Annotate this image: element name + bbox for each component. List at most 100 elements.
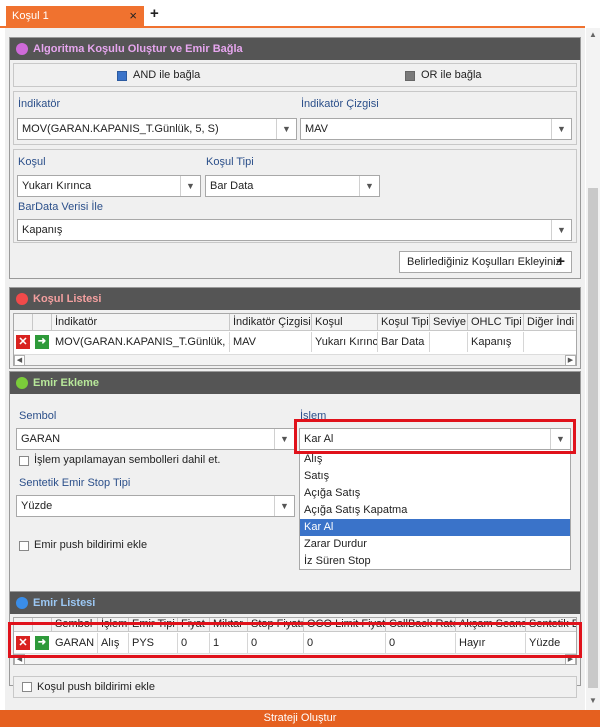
col-header[interactable]: Koşul [312,314,378,331]
tab-kosul-1[interactable]: Koşul 1 × [6,6,144,27]
condition-list-panel: Koşul Listesi İndikatör İndikatör Çizgis… [9,287,581,369]
horizontal-scrollbar[interactable]: ◀ ▶ [14,354,576,365]
cell-condition: Yukarı Kırınca [312,332,378,352]
indicator-section: İndikatör MOV(GARAN.KAPANIS_T.Günlük, 5,… [13,91,577,145]
stop-type-label: Sentetik Emir Stop Tipi [19,477,131,489]
dropdown-item[interactable]: Satış [300,468,570,485]
include-label: İşlem yapılamayan sembolleri dahil et. [34,454,221,466]
col-header[interactable]: Diğer İndi [524,314,576,331]
highlight-order-row [8,622,582,658]
indicator-label: İndikatör [18,98,61,110]
dropdown-item[interactable]: Açığa Satış Kapatma [300,502,570,519]
col-header[interactable]: OHLC Tipi [468,314,524,331]
action-dropdown-list: Alış Satış Açığa Satış Açığa Satış Kapat… [299,449,571,570]
condition-push-section: Koşul push bildirimi ekle [13,676,577,698]
cell-level [430,332,468,352]
condition-type-label: Koşul Tipi [206,156,254,168]
order-push-label: Emir push bildirimi ekle [34,539,148,551]
algo-panel: Algoritma Koşulu Oluştur ve Emir Bağla A… [9,37,581,279]
vertical-scrollbar[interactable]: ▲ ▼ [586,28,600,710]
symbol-value: GARAN [21,433,61,445]
indicator-select[interactable]: MOV(GARAN.KAPANIS_T.Günlük, 5, S) ▼ [17,118,297,140]
condition-label: Koşul [18,156,46,168]
or-checkbox[interactable] [405,71,415,81]
condition-list-dot-icon [16,293,28,305]
cell-line: MAV [230,332,312,352]
condition-table-header: İndikatör İndikatör Çizgisi Koşul Koşul … [14,314,576,331]
order-list-header: Emir Listesi [10,592,580,614]
col-header[interactable]: İndikatör [52,314,230,331]
export-icon[interactable]: ➜ [35,335,49,349]
or-label: OR ile bağla [421,69,482,81]
create-strategy-button[interactable]: Strateji Oluştur [0,710,600,727]
bardata-label: BarData Verisi İle [18,201,103,213]
and-checkbox[interactable] [117,71,127,81]
scrollbar-thumb[interactable] [588,188,598,688]
dropdown-item-selected[interactable]: Kar Al [300,519,570,536]
and-label: AND ile bağla [133,69,201,81]
tab-bar: Koşul 1 × + [0,0,600,28]
connect-mode-section: AND ile bağla OR ile bağla [13,63,577,87]
algo-dot-icon [16,43,28,55]
chevron-down-icon: ▼ [551,220,571,240]
chevron-down-icon: ▼ [276,119,296,139]
scroll-left-icon[interactable]: ◀ [14,355,25,365]
scroll-down-icon[interactable]: ▼ [589,696,597,705]
algo-panel-header: Algoritma Koşulu Oluştur ve Emir Bağla [10,38,580,60]
chevron-down-icon: ▼ [359,176,379,196]
add-conditions-label: Belirlediğiniz Koşulları Ekleyiniz [407,256,562,268]
condition-type-select[interactable]: Bar Data ▼ [205,175,380,197]
order-entry-header: Emir Ekleme [10,372,580,394]
dropdown-item[interactable]: İz Süren Stop [300,553,570,570]
order-list-dot-icon [16,597,28,609]
condition-section: Koşul Yukarı Kırınca ▼ Koşul Tipi Bar Da… [13,149,577,243]
condition-push-checkbox[interactable] [22,682,32,692]
condition-table: İndikatör İndikatör Çizgisi Koşul Koşul … [13,313,577,366]
chevron-down-icon: ▼ [274,429,294,449]
scroll-up-icon[interactable]: ▲ [589,30,597,39]
cell-ohlc: Kapanış [468,332,524,352]
symbol-label: Sembol [19,410,57,422]
condition-select[interactable]: Yukarı Kırınca ▼ [17,175,201,197]
stop-type-select[interactable]: Yüzde ▼ [16,495,295,517]
col-header[interactable]: Koşul Tipi [378,314,430,331]
symbol-select[interactable]: GARAN ▼ [16,428,295,450]
order-entry-title: Emir Ekleme [33,377,100,389]
close-icon[interactable]: × [129,8,137,23]
highlight-action-select [294,419,576,454]
col-header[interactable]: İndikatör Çizgisi [230,314,312,331]
condition-push-label: Koşul push bildirimi ekle [37,681,155,693]
add-tab-icon[interactable]: + [150,5,159,22]
condition-value: Yukarı Kırınca [22,180,92,192]
order-push-checkbox[interactable] [19,541,29,551]
tab-label: Koşul 1 [12,10,49,22]
condition-type-value: Bar Data [210,180,254,192]
cell-condition-type: Bar Data [378,332,430,352]
bardata-value: Kapanış [22,224,63,236]
chevron-down-icon: ▼ [274,496,294,516]
main-content: Algoritma Koşulu Oluştur ve Emir Bağla A… [5,28,585,710]
scroll-right-icon[interactable]: ▶ [565,355,576,365]
chevron-down-icon: ▼ [551,119,571,139]
dropdown-item[interactable]: Açığa Satış [300,485,570,502]
chevron-down-icon: ▼ [180,176,200,196]
plus-icon: + [556,253,565,270]
algo-panel-title: Algoritma Koşulu Oluştur ve Emir Bağla [33,43,243,55]
indicator-line-select[interactable]: MAV ▼ [300,118,572,140]
add-conditions-button[interactable]: Belirlediğiniz Koşulları Ekleyiniz + [399,251,572,273]
stop-type-value: Yüzde [21,500,53,512]
order-list-title: Emir Listesi [33,597,96,609]
indicator-value: MOV(GARAN.KAPANIS_T.Günlük, 5, S) [22,123,219,135]
condition-list-header: Koşul Listesi [10,288,580,310]
order-entry-dot-icon [16,377,28,389]
cell-other [524,332,576,352]
table-row: ✕ ➜ MOV(GARAN.KAPANIS_T.Günlük, 5, S) MA… [14,332,576,352]
delete-icon[interactable]: ✕ [16,335,30,349]
include-checkbox[interactable] [19,456,29,466]
cell-indicator: MOV(GARAN.KAPANIS_T.Günlük, 5, S) [52,332,230,352]
bardata-select[interactable]: Kapanış ▼ [17,219,572,241]
col-header[interactable]: Seviye [430,314,468,331]
dropdown-item[interactable]: Zarar Durdur [300,536,570,553]
condition-list-title: Koşul Listesi [33,293,102,305]
indicator-line-label: İndikatör Çizgisi [301,98,379,110]
